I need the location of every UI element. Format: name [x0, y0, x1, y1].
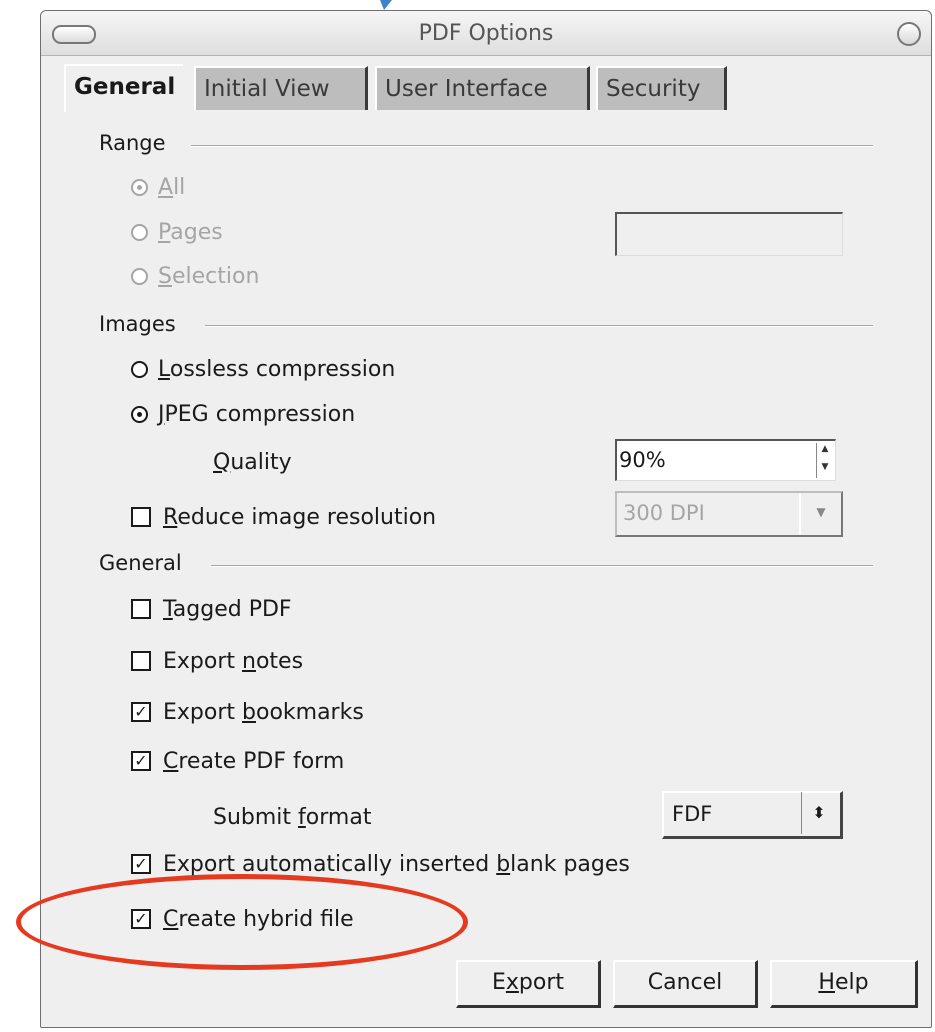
submit-format-select[interactable]: FDF ⬍: [662, 791, 843, 839]
quality-spin-buttons[interactable]: ▲ ▼: [816, 443, 833, 478]
submit-format-value: FDF: [672, 802, 713, 826]
tab-security[interactable]: Security: [596, 66, 727, 110]
highlight-ellipse: [16, 874, 468, 970]
resolution-value: 300 DPI: [623, 501, 705, 525]
window-close-icon[interactable]: [897, 22, 921, 46]
range-divider: [191, 145, 873, 147]
updown-icon[interactable]: ⬍: [801, 792, 836, 834]
range-section-label: Range: [99, 131, 166, 155]
tagged-pdf-option[interactable]: Tagged PDF: [131, 594, 292, 624]
jpeg-option[interactable]: JPEG compression: [131, 399, 355, 429]
range-pages-label: Pages: [158, 219, 223, 245]
range-all-radio[interactable]: [131, 178, 148, 196]
tagged-pdf-checkbox[interactable]: [131, 599, 151, 619]
quality-spinbox[interactable]: 90% ▲ ▼: [615, 439, 836, 481]
lossless-label: Lossless compression: [158, 356, 396, 382]
reduce-resolution-label: Reduce image resolution: [163, 504, 437, 530]
range-selection-radio[interactable]: [131, 267, 148, 285]
range-all-option[interactable]: All: [131, 172, 185, 202]
export-notes-option[interactable]: Export notes: [131, 646, 303, 676]
create-pdf-form-option[interactable]: ✓ Create PDF form: [131, 746, 344, 776]
tab-general[interactable]: General: [64, 64, 184, 112]
tab-user-interface[interactable]: User Interface: [375, 66, 590, 110]
export-bookmarks-option[interactable]: ✓ Export bookmarks: [131, 697, 364, 727]
export-notes-label: Export notes: [163, 648, 304, 674]
pages-input[interactable]: [615, 212, 843, 256]
export-notes-checkbox[interactable]: [131, 651, 151, 671]
export-blank-pages-label: Export automatically inserted blank page…: [163, 851, 630, 877]
range-selection-label: Selection: [158, 263, 260, 289]
window-title: PDF Options: [418, 21, 554, 46]
jpeg-label: JPEG compression: [158, 401, 356, 427]
resolution-combobox[interactable]: 300 DPI ▼: [615, 491, 843, 537]
images-divider: [205, 325, 873, 327]
export-bookmarks-checkbox[interactable]: ✓: [131, 702, 151, 722]
quality-value: 90%: [619, 448, 666, 472]
tagged-pdf-label: Tagged PDF: [163, 596, 292, 622]
cancel-button[interactable]: Cancel: [613, 960, 758, 1008]
create-pdf-form-label: Create PDF form: [163, 748, 345, 774]
range-pages-radio[interactable]: [131, 223, 148, 241]
submit-format-label: Submit format: [213, 804, 372, 830]
reduce-resolution-option[interactable]: Reduce image resolution: [131, 502, 436, 532]
images-section-label: Images: [99, 312, 176, 336]
reduce-resolution-checkbox[interactable]: [131, 507, 151, 527]
general-divider: [211, 565, 873, 567]
title-bar: PDF Options: [41, 11, 931, 56]
spin-up-icon[interactable]: ▲: [817, 443, 833, 461]
range-pages-option[interactable]: Pages: [131, 217, 223, 247]
blue-accent-shape: [380, 0, 392, 10]
create-pdf-form-checkbox[interactable]: ✓: [131, 751, 151, 771]
quality-label: Quality: [213, 449, 292, 475]
lossless-radio[interactable]: [131, 360, 148, 378]
lossless-option[interactable]: Lossless compression: [131, 354, 395, 384]
export-button[interactable]: Export: [456, 960, 601, 1008]
tab-initial-view[interactable]: Initial View: [194, 66, 368, 110]
jpeg-radio[interactable]: [131, 405, 148, 423]
dropdown-arrow-icon[interactable]: ▼: [799, 493, 841, 535]
export-blank-pages-checkbox[interactable]: ✓: [131, 854, 151, 874]
spin-down-icon[interactable]: ▼: [817, 461, 833, 479]
help-button[interactable]: Help: [770, 960, 918, 1008]
general-section-label: General: [99, 551, 182, 575]
export-bookmarks-label: Export bookmarks: [163, 699, 364, 725]
range-all-label: All: [158, 174, 186, 200]
range-selection-option[interactable]: Selection: [131, 261, 259, 291]
